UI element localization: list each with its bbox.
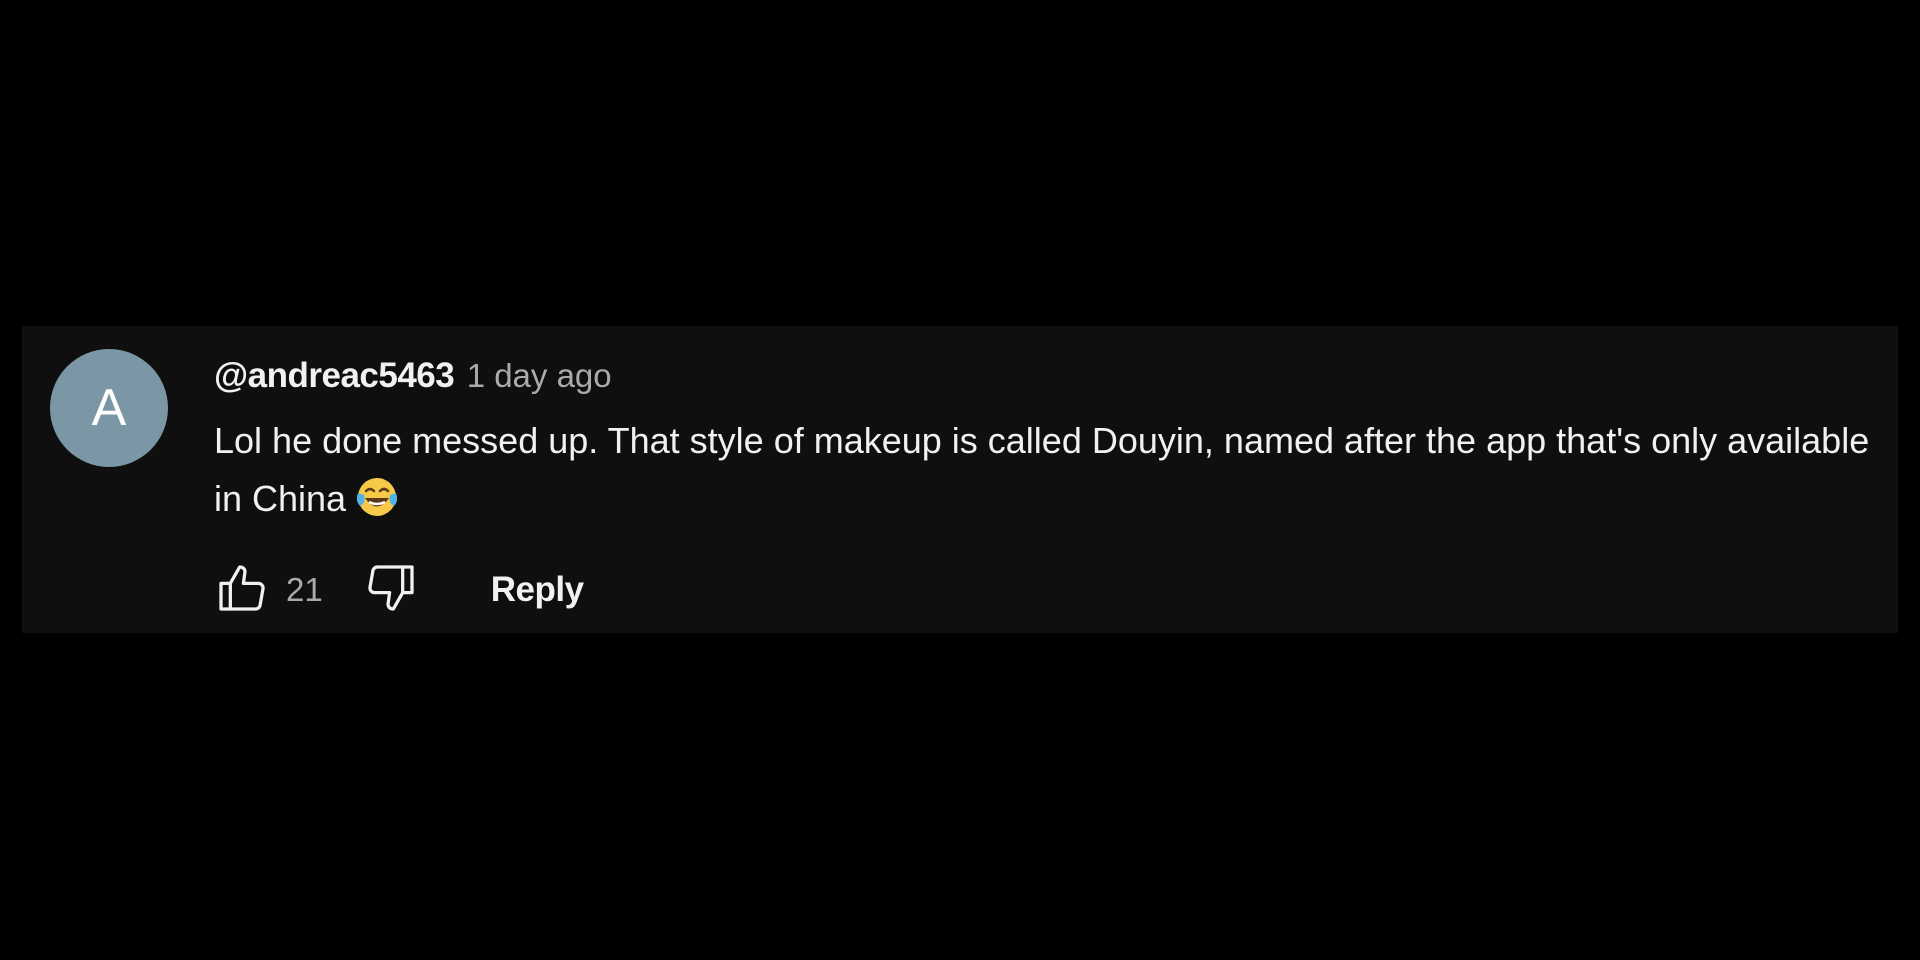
like-button[interactable] [212,560,272,620]
comment-card: A @andreac5463 1 day ago Lol he done mes… [22,326,1898,633]
reply-button[interactable]: Reply [491,570,584,610]
comment-timestamp[interactable]: 1 day ago [467,357,612,394]
dislike-button[interactable] [361,560,421,620]
comment-actions: 21 Reply [212,560,584,620]
comment-text-content: Lol he done messed up. That style of mak… [214,420,1870,519]
comment-body: @andreac5463 1 day ago Lol he done messe… [214,354,1874,528]
like-count: 21 [286,571,323,608]
avatar[interactable]: A [50,349,168,467]
thumbs-up-icon [214,560,270,621]
face-with-tears-of-joy-icon [354,473,400,519]
author-name[interactable]: @andreac5463 [214,356,455,395]
comment-text: Lol he done messed up. That style of mak… [214,412,1874,528]
thumbs-down-icon [363,560,419,621]
avatar-letter: A [91,379,127,437]
comment-header: @andreac5463 1 day ago [214,354,1874,398]
